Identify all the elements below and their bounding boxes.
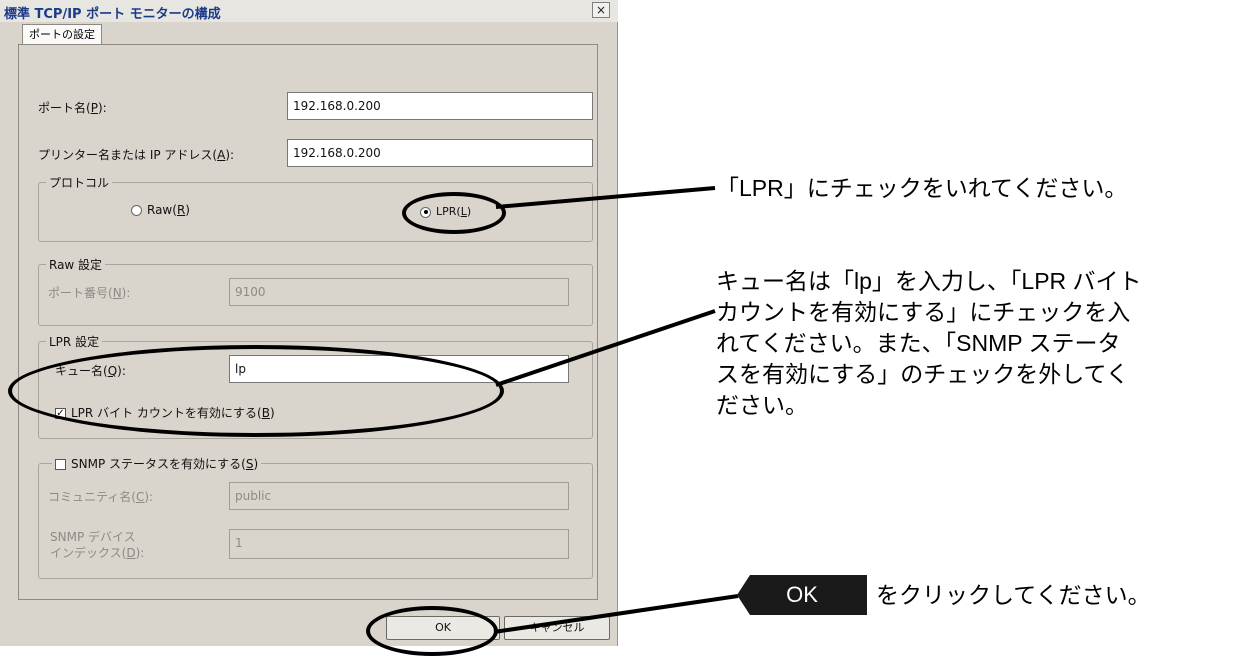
raw-radio[interactable]: Raw(R) xyxy=(131,203,190,217)
lpr-callout: 「LPR」にチェックをいれてください。 xyxy=(716,175,1128,201)
queue-callout-line: カウントを有効にする」にチェックを入 xyxy=(716,299,1131,325)
snmp-checkbox[interactable]: SNMP ステータスを有効にする(S) xyxy=(52,455,262,472)
ok-button[interactable]: OK xyxy=(386,616,500,640)
port-name-input[interactable]: 192.168.0.200 xyxy=(287,92,593,120)
queue-callout-line: れてください。また、「SNMP ステータ xyxy=(716,330,1121,356)
queue-callout: キュー名は「lp」を入力し、「LPR バイト カウントを有効にする」にチェックを… xyxy=(716,266,1142,421)
ok-chip: OK xyxy=(737,575,867,615)
lpr-settings-legend: LPR 設定 xyxy=(46,333,103,350)
port-number-label: ポート番号(N): xyxy=(48,286,131,300)
checkbox-checked-icon[interactable]: ✓ xyxy=(55,408,66,419)
title-bar: 標準 TCP/IP ポート モニターの構成 × xyxy=(0,0,618,22)
queue-name-label: キュー名(Q): xyxy=(55,364,126,378)
dialog-title: 標準 TCP/IP ポート モニターの構成 xyxy=(4,7,221,22)
port-monitor-dialog: 標準 TCP/IP ポート モニターの構成 × ポートの設定 ポート名(P): … xyxy=(0,0,618,646)
community-name-label: コミュニティ名(C): xyxy=(48,490,154,504)
protocol-group xyxy=(38,182,593,242)
raw-settings-legend: Raw 設定 xyxy=(46,256,106,273)
queue-name-input[interactable]: lp xyxy=(229,355,569,383)
snmp-group xyxy=(38,463,593,579)
ok-callout: をクリックしてください。 xyxy=(876,582,1151,608)
community-name-input: public xyxy=(229,482,569,510)
printer-address-input[interactable]: 192.168.0.200 xyxy=(287,139,593,167)
tab-port-settings[interactable]: ポートの設定 xyxy=(22,24,102,45)
checkbox-unchecked-icon[interactable] xyxy=(55,459,66,470)
queue-callout-line: スを有効にする」のチェックを外してく xyxy=(716,361,1129,387)
device-index-label: SNMP デバイス インデックス(D): xyxy=(50,530,145,560)
protocol-legend: プロトコル xyxy=(46,174,113,191)
device-index-input: 1 xyxy=(229,529,569,559)
queue-callout-line: ださい。 xyxy=(716,392,808,418)
cancel-button[interactable]: キャンセル xyxy=(504,616,610,640)
printer-address-label: プリンター名または IP アドレス(A): xyxy=(38,148,235,162)
lpr-byte-count-checkbox[interactable]: ✓ LPR バイト カウントを有効にする(B) xyxy=(55,404,275,421)
raw-radio-icon[interactable] xyxy=(131,205,142,216)
port-number-input: 9100 xyxy=(229,278,569,306)
close-icon[interactable]: × xyxy=(592,2,610,18)
port-name-label: ポート名(P): xyxy=(38,101,107,115)
lpr-radio-icon[interactable] xyxy=(420,206,431,218)
queue-callout-line: キュー名は「lp」を入力し、「LPR バイト xyxy=(716,268,1142,294)
lpr-radio[interactable]: LPR(L) xyxy=(420,205,471,218)
